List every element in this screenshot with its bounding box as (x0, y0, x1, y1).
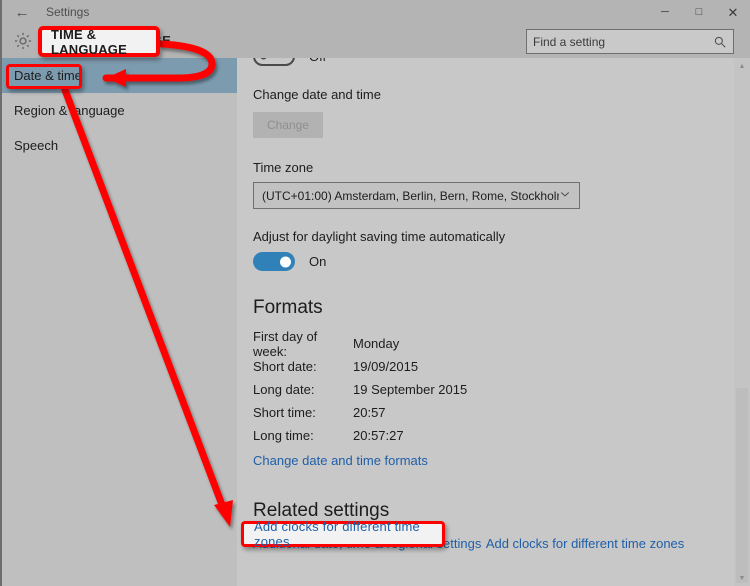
annotation-box-time-language: TIME & LANGUAGE (38, 26, 160, 57)
scroll-down-icon[interactable]: ▼ (734, 570, 750, 586)
set-time-automatically-row[interactable]: Off (253, 58, 750, 71)
sidebar-item-label: Speech (14, 138, 59, 153)
format-key: First day of week: (253, 328, 318, 359)
sidebar-item-label: Region & language (14, 103, 125, 118)
format-value: Monday (353, 336, 400, 351)
scrollbar-thumb[interactable] (736, 388, 748, 583)
format-row: First day of week: Monday (253, 329, 750, 359)
annotation-box-add-clocks: Add clocks for different time zones (241, 519, 445, 549)
search-icon (713, 35, 727, 49)
daylight-saving-label: Adjust for daylight saving time automati… (253, 229, 506, 244)
back-arrow-icon[interactable]: ← (2, 0, 42, 24)
formats-heading: Formats (253, 297, 323, 318)
daylight-saving-row[interactable]: On (253, 252, 750, 271)
format-value: 20:57 (353, 405, 386, 420)
search-input[interactable] (533, 34, 713, 49)
annotation-box-date-time (6, 64, 82, 89)
sidebar: Date & time Region & language Speech (2, 58, 237, 586)
set-time-automatically-state: Off (309, 58, 326, 64)
annotation-label: Add clocks for different time zones (254, 519, 420, 549)
content-scrollbar[interactable]: ▲ ▼ (734, 58, 750, 586)
format-row: Long date: 19 September 2015 (253, 378, 750, 401)
format-key: Long time: (253, 428, 314, 443)
settings-window: ← Settings ─ □ ✕ TIME & LANGUAGE (0, 0, 750, 586)
maximize-button[interactable]: □ (682, 0, 716, 24)
title-bar: ← Settings ─ □ ✕ (2, 0, 750, 24)
change-button[interactable]: Change (253, 112, 323, 138)
app-title: Settings (46, 5, 90, 19)
set-time-automatically-toggle[interactable] (253, 58, 295, 66)
time-zone-label: Time zone (253, 160, 314, 175)
change-formats-link[interactable]: Change date and time formats (253, 453, 428, 468)
format-row: Short time: 20:57 (253, 401, 750, 424)
content-pane: Off Change date and time Change Time zon… (237, 58, 750, 586)
search-box[interactable] (526, 29, 734, 54)
time-zone-value: (UTC+01:00) Amsterdam, Berlin, Bern, Rom… (262, 188, 559, 203)
gear-icon (12, 30, 34, 52)
format-key: Long date: (253, 382, 315, 397)
sidebar-item-region-language[interactable]: Region & language (2, 93, 237, 128)
scroll-up-icon[interactable]: ▲ (734, 58, 750, 74)
chevron-down-icon (559, 188, 571, 203)
format-key: Short date: (253, 359, 317, 374)
format-key: Short time: (253, 405, 316, 420)
format-value: 19/09/2015 (353, 359, 419, 374)
window-controls: ─ □ ✕ (648, 0, 750, 24)
format-value: 19 September 2015 (353, 382, 468, 397)
change-date-time-label: Change date and time (253, 87, 381, 102)
format-value: 20:57:27 (353, 428, 404, 443)
close-button[interactable]: ✕ (716, 0, 750, 24)
format-row: Short date: 19/09/2015 (253, 355, 750, 378)
minimize-button[interactable]: ─ (648, 0, 682, 24)
time-zone-dropdown[interactable]: (UTC+01:00) Amsterdam, Berlin, Bern, Rom… (253, 182, 580, 209)
add-clocks-link[interactable]: Add clocks for different time zones (486, 536, 684, 551)
daylight-saving-state: On (309, 254, 327, 269)
format-row: Long time: 20:57:27 (253, 424, 750, 447)
daylight-saving-toggle[interactable] (253, 252, 295, 271)
annotation-label: TIME & LANGUAGE (51, 26, 127, 57)
sidebar-item-speech[interactable]: Speech (2, 128, 237, 163)
